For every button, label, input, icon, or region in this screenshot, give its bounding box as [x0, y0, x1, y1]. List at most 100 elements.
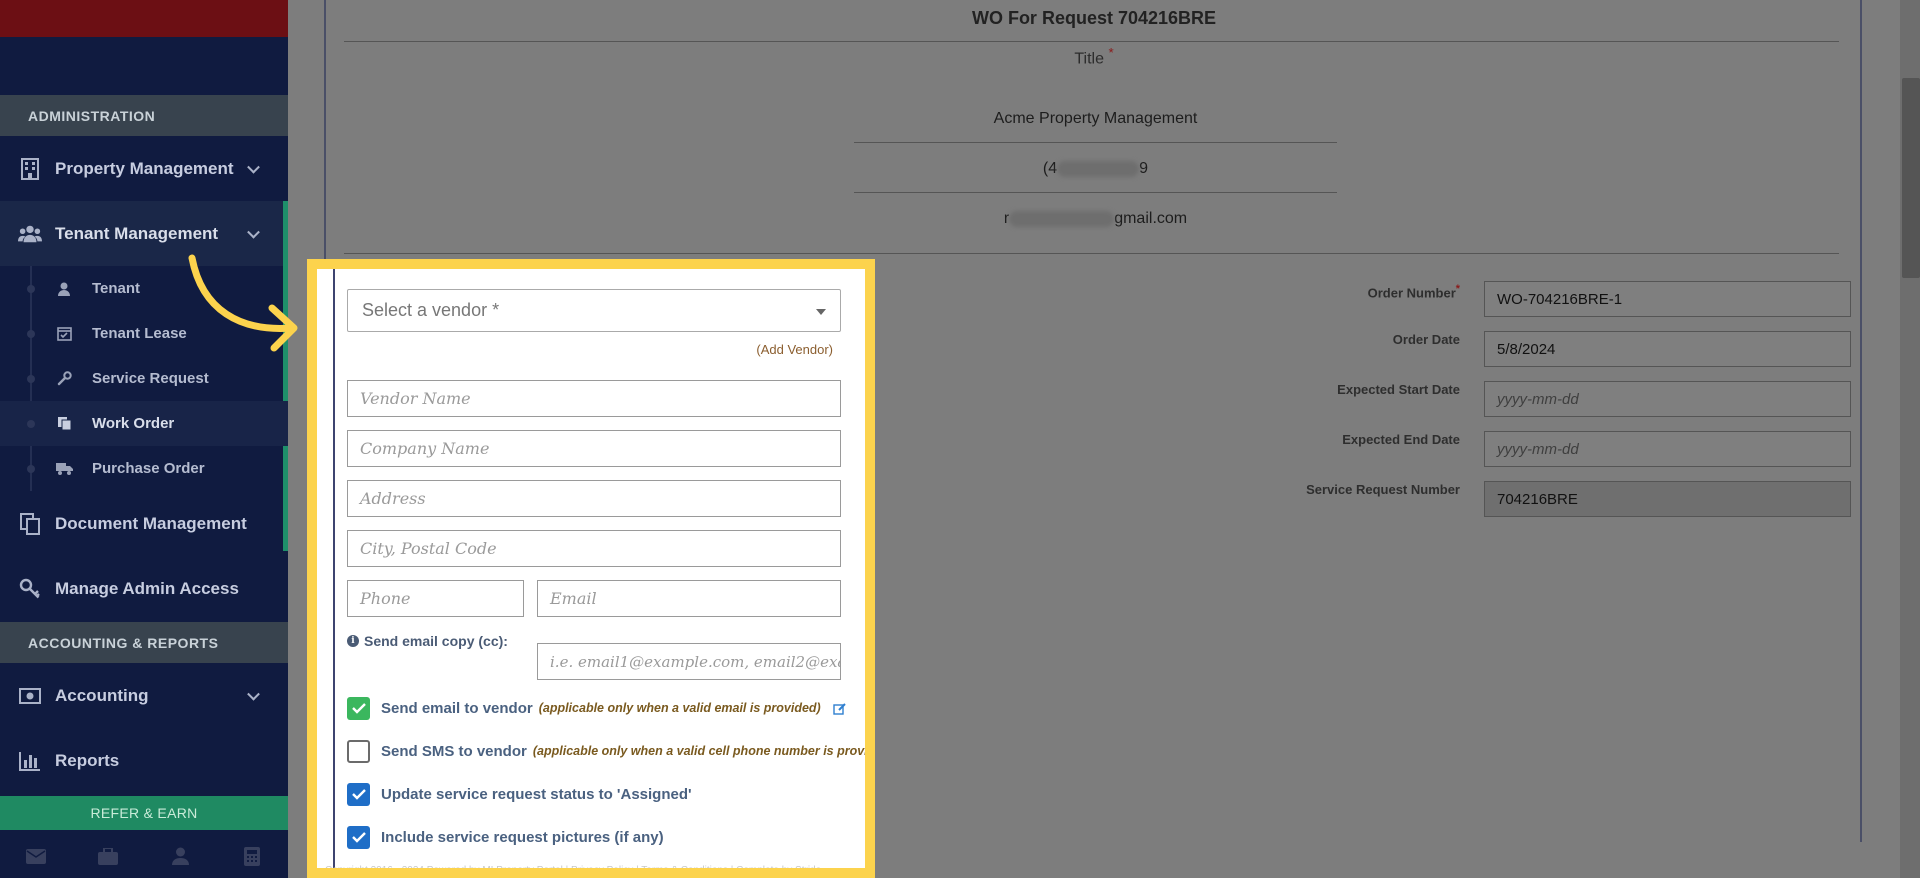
send-email-row: Send email to vendor (applicable only wh…	[347, 696, 847, 720]
include-pictures-row: Include service request pictures (if any…	[347, 825, 664, 849]
send-sms-row: Send SMS to vendor (applicable only when…	[347, 739, 875, 763]
user-icon	[55, 280, 73, 298]
redacted-blur	[1057, 160, 1140, 177]
redacted-blur	[1009, 210, 1115, 227]
scrollbar-thumb[interactable]	[1902, 78, 1920, 278]
panel-footer-copyright: Copyright 2016 - 2024 Powered by MI Prop…	[325, 865, 822, 876]
documents-icon	[18, 512, 42, 536]
bullet-dot	[27, 374, 35, 383]
sidebar-subitem-label: Work Order	[92, 415, 175, 432]
service-request-number-field: 704216BRE	[1484, 481, 1851, 517]
send-sms-checkbox[interactable]	[347, 739, 370, 763]
section-header-administration: ADMINISTRATION	[0, 95, 288, 136]
email-input[interactable]: Email	[537, 580, 841, 617]
sidebar-subitem-service-request[interactable]: Service Request	[0, 356, 288, 401]
key-icon	[18, 577, 42, 601]
mail-icon[interactable]	[23, 843, 49, 869]
sidebar-item-property-management[interactable]: Property Management	[0, 136, 288, 201]
bullet-dot	[27, 284, 35, 293]
email-suffix: gmail.com	[1114, 210, 1188, 227]
copy-icon	[55, 415, 73, 433]
sidebar-item-accounting[interactable]: Accounting	[0, 663, 288, 728]
sidebar-item-label: Tenant Management	[55, 223, 219, 243]
bullet-dot	[27, 329, 35, 338]
pointer-arrow-annotation	[188, 254, 298, 352]
sidebar-item-label: Manage Admin Access	[55, 578, 239, 598]
company-name: Acme Property Management	[993, 110, 1198, 127]
title-label: Title *	[1074, 45, 1114, 68]
phone-input[interactable]: Phone	[347, 580, 524, 617]
sidebar-subitem-label: Tenant Lease	[92, 325, 187, 342]
chevron-down-icon	[247, 160, 260, 174]
chevron-down-icon	[247, 225, 260, 239]
sidebar: ADMINISTRATION Property Management Tenan…	[0, 0, 288, 878]
calculator-icon[interactable]	[239, 843, 265, 869]
refer-earn-button[interactable]: REFER & EARN	[0, 796, 288, 830]
sidebar-item-document-management[interactable]: Document Management	[0, 491, 288, 556]
city-postal-input[interactable]: City, Postal Code	[347, 530, 841, 567]
cc-email-input[interactable]: i.e. email1@example.com, email2@exa	[537, 643, 841, 680]
vendor-select-placeholder: Select a vendor *	[362, 300, 500, 320]
expected-start-label: Expected Start Date	[1337, 382, 1460, 397]
section-header-accounting-reports: ACCOUNTING & REPORTS	[0, 622, 288, 663]
sidebar-subitem-work-order[interactable]: Work Order	[0, 401, 288, 446]
company-email: r gmail.com	[854, 210, 1337, 228]
bullet-dot	[27, 464, 35, 473]
order-number-label-text: Order Number	[1367, 285, 1456, 301]
divider	[344, 41, 1839, 42]
company-phone: (4 9	[854, 160, 1337, 178]
sidebar-item-label: Accounting	[55, 685, 149, 705]
include-pictures-checkbox[interactable]	[347, 825, 370, 849]
order-date-label: Order Date	[1392, 332, 1460, 347]
panel-left-border	[333, 269, 335, 868]
top-brand-bar	[0, 0, 288, 37]
send-sms-note: (applicable only when a valid cell phone…	[532, 744, 875, 758]
send-sms-label: Send SMS to vendor	[381, 742, 527, 760]
sidebar-item-reports[interactable]: Reports	[0, 728, 288, 793]
sidebar-item-label: Reports	[55, 750, 120, 770]
users-icon	[18, 222, 42, 246]
phone-prefix: (4	[1042, 160, 1058, 177]
bullet-dot	[27, 419, 35, 428]
update-status-row: Update service request status to 'Assign…	[347, 782, 692, 806]
expected-end-date-field[interactable]: yyyy-mm-dd	[1484, 431, 1851, 467]
order-number-field[interactable]: WO-704216BRE-1	[1484, 281, 1851, 317]
briefcase-icon[interactable]	[95, 843, 121, 869]
page-title: WO For Request 704216BRE	[971, 8, 1217, 28]
send-email-note: (applicable only when a valid email is p…	[538, 701, 821, 715]
scrollbar[interactable]	[1900, 0, 1920, 878]
chevron-down-icon	[247, 687, 260, 701]
update-status-label: Update service request status to 'Assign…	[381, 785, 692, 803]
sidebar-subitem-purchase-order[interactable]: Purchase Order	[0, 446, 288, 491]
sidebar-subitem-label: Service Request	[92, 370, 209, 387]
divider	[854, 192, 1337, 193]
vendor-panel: Select a vendor * (Add Vendor) Vendor Na…	[307, 259, 875, 878]
user-icon[interactable]	[167, 843, 193, 869]
sidebar-footer-toolbar	[0, 834, 288, 878]
sidebar-item-label: Property Management	[55, 158, 234, 178]
expected-start-date-field[interactable]: yyyy-mm-dd	[1484, 381, 1851, 417]
sidebar-item-manage-admin-access[interactable]: Manage Admin Access	[0, 556, 288, 621]
brand-area	[0, 37, 288, 95]
bar-chart-icon	[18, 749, 42, 773]
divider	[854, 142, 1337, 143]
include-pictures-label: Include service request pictures (if any…	[381, 828, 664, 846]
sidebar-item-label: Document Management	[55, 513, 247, 533]
send-email-checkbox[interactable]	[347, 696, 370, 720]
vendor-select[interactable]: Select a vendor *	[347, 289, 841, 332]
building-icon	[18, 157, 42, 181]
address-input[interactable]: Address	[347, 480, 841, 517]
vendor-name-input[interactable]: Vendor Name	[347, 380, 841, 417]
company-name-input[interactable]: Company Name	[347, 430, 841, 467]
calendar-check-icon	[55, 325, 73, 343]
phone-suffix: 9	[1139, 160, 1149, 177]
info-icon: i	[347, 635, 359, 647]
wrench-icon	[55, 370, 73, 388]
update-status-checkbox[interactable]	[347, 782, 370, 806]
money-icon	[18, 684, 42, 708]
edit-icon[interactable]	[833, 702, 847, 715]
caret-down-icon	[816, 309, 826, 315]
cc-label: i Send email copy (cc):	[347, 633, 508, 649]
add-vendor-link[interactable]: (Add Vendor)	[756, 342, 833, 357]
order-date-field[interactable]: 5/8/2024	[1484, 331, 1851, 367]
